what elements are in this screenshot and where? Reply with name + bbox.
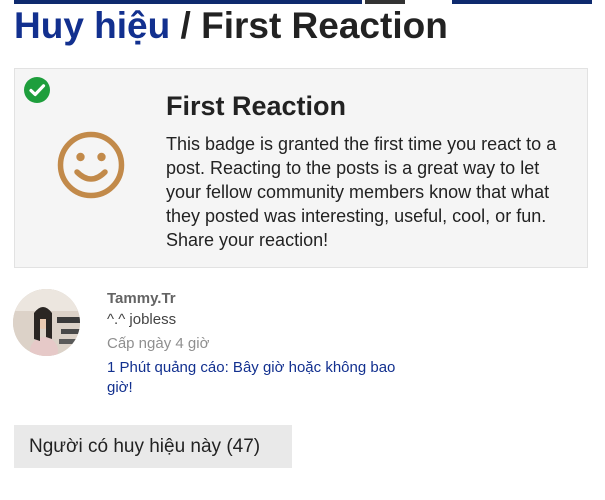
badge-grant-entry: Tammy.Tr ^.^ jobless Cấp ngày 4 giờ 1 Ph… [13,288,433,398]
smiley-face-icon [57,131,125,199]
user-photo [13,289,80,356]
page-title: Huy hiệu / First Reaction [14,4,448,48]
page-title-badge-name: First Reaction [201,5,448,46]
header-bar-segment [452,0,592,4]
breadcrumb-separator: / [180,5,191,46]
username-link[interactable]: Tammy.Tr [107,290,176,307]
badge-description: This badge is granted the first time you… [166,134,557,250]
badge-holders-button[interactable]: Người có huy hiệu này (47) [14,425,292,468]
check-circle-icon [24,77,50,103]
topic-link[interactable]: 1 Phút quảng cáo: Bây giờ hoặc không bao… [107,358,407,398]
user-title: ^.^ jobless [107,311,177,328]
badge-title: First Reaction [166,91,347,121]
avatar[interactable] [13,289,80,356]
granted-time: Cấp ngày 4 giờ [107,335,210,352]
badge-card: First Reaction This badge is granted the… [14,68,588,268]
badges-breadcrumb-link[interactable]: Huy hiệu [14,5,170,46]
